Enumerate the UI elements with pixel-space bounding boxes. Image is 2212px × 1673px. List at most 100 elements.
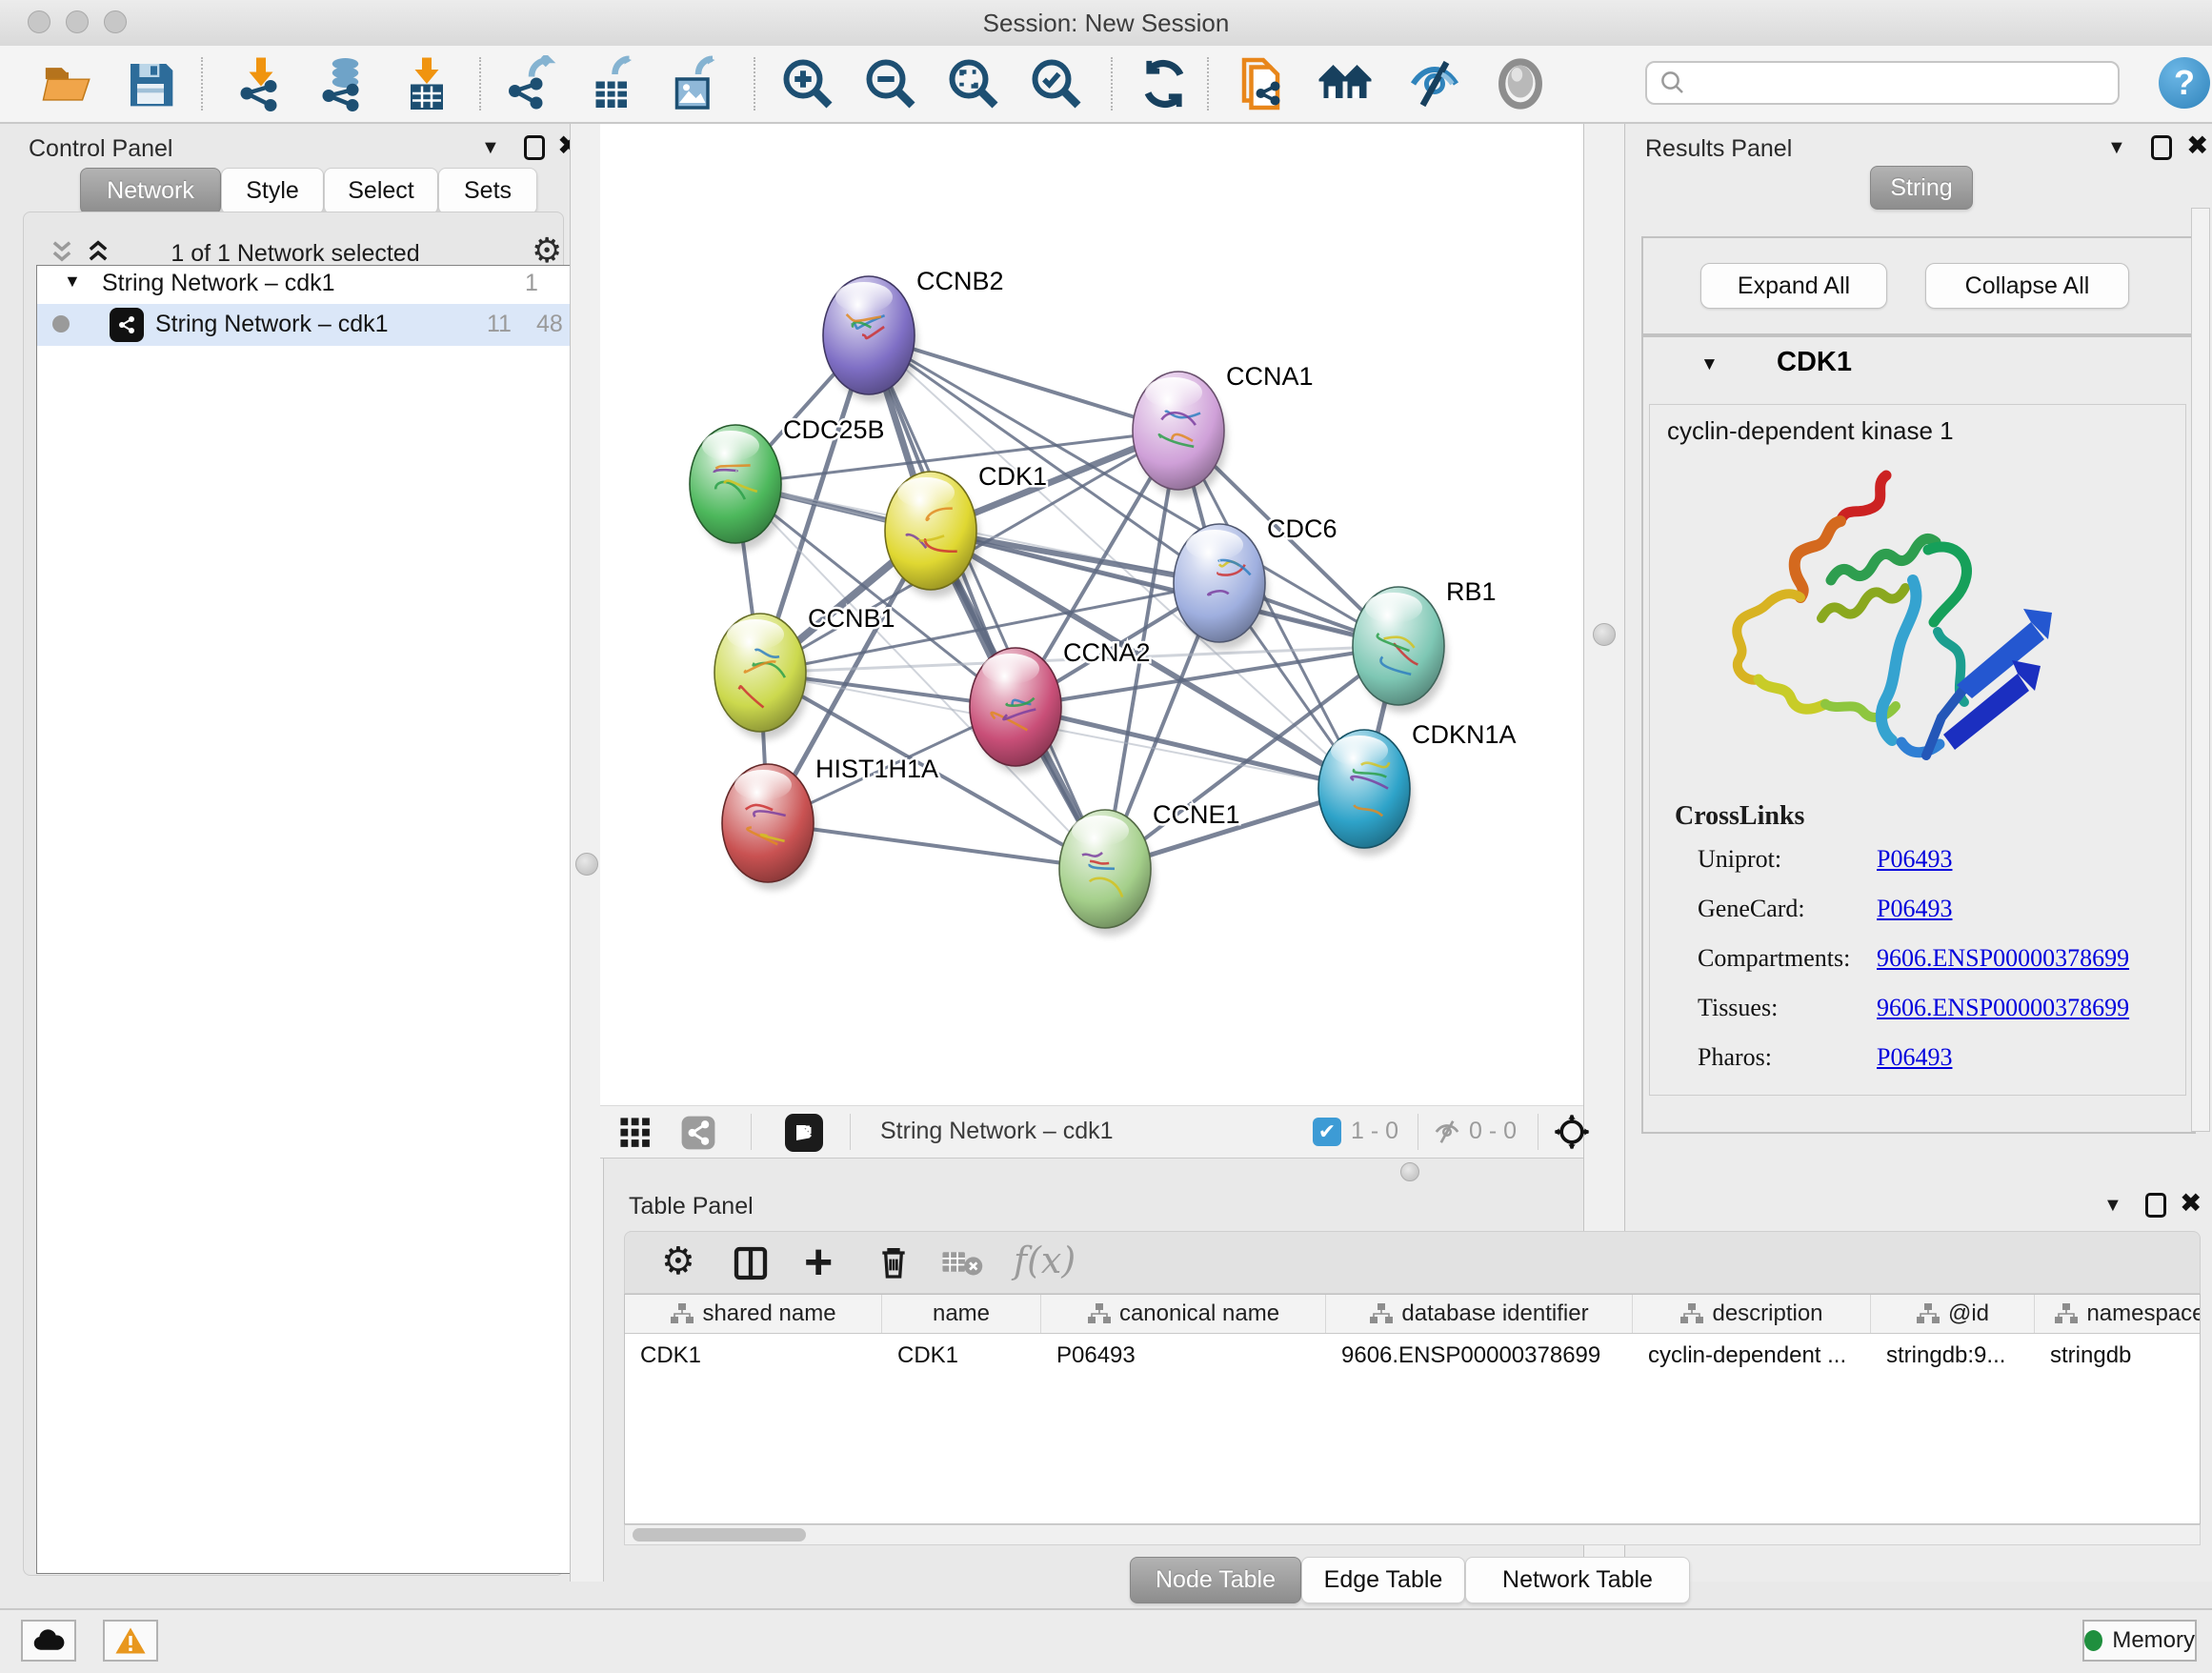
results-panel-menu-caret-icon[interactable]: ▼	[2107, 137, 2126, 159]
tab-select[interactable]: Select	[324, 168, 438, 214]
import-network-database-icon[interactable]	[314, 55, 372, 112]
open-session-icon[interactable]	[40, 55, 97, 112]
import-network-file-icon[interactable]	[232, 55, 290, 112]
node-CCNE1[interactable]: CCNE1	[1059, 800, 1240, 936]
sphere-icon[interactable]	[1492, 55, 1549, 112]
export-network-icon[interactable]	[503, 55, 560, 112]
refresh-icon[interactable]	[1136, 55, 1193, 112]
selected-checkbox-icon[interactable]: ✔	[1313, 1118, 1341, 1146]
node-table[interactable]: shared namenamecanonical namedatabase id…	[624, 1294, 2201, 1524]
column-header-@id[interactable]: @id	[1871, 1295, 2035, 1333]
crosslink-link[interactable]: P06493	[1877, 845, 1952, 874]
clear-table-icon[interactable]	[941, 1249, 983, 1278]
tab-sets[interactable]: Sets	[438, 168, 537, 214]
table-cell[interactable]: CDK1	[882, 1337, 1041, 1375]
crosslink-link[interactable]: 9606.ENSP00000378699	[1877, 944, 2129, 973]
edge-CCNB2-CCNE1[interactable]	[869, 335, 1105, 869]
crosslink-link[interactable]: P06493	[1877, 1043, 1952, 1072]
table-panel-menu-caret-icon[interactable]: ▼	[2103, 1195, 2122, 1217]
gene-section-caret-icon[interactable]: ▼	[1700, 354, 1719, 375]
collection-caret-icon[interactable]: ▼	[64, 272, 81, 292]
node-HIST1H1A[interactable]: HIST1H1A	[722, 755, 938, 890]
table-cell[interactable]: stringdb:9...	[1871, 1337, 2035, 1375]
collapse-all-button[interactable]: Collapse All	[1925, 263, 2129, 309]
save-session-icon[interactable]	[122, 55, 179, 112]
crosslink-link[interactable]: 9606.ENSP00000378699	[1877, 994, 2129, 1022]
table-horizontal-scrollbar[interactable]	[624, 1524, 2201, 1545]
export-table-icon[interactable]	[584, 55, 641, 112]
search-input[interactable]	[1645, 61, 2120, 105]
tab-string[interactable]: String	[1870, 166, 1973, 210]
function-builder-icon[interactable]: f(x)	[1014, 1240, 1076, 1281]
table-cell[interactable]: stringdb	[2035, 1337, 2201, 1375]
control-panel-menu-caret-icon[interactable]: ▼	[481, 137, 500, 159]
tab-network-table[interactable]: Network Table	[1465, 1557, 1690, 1603]
birds-eye-view-icon[interactable]	[785, 1114, 823, 1152]
results-panel-close-icon[interactable]: ✖	[2186, 133, 2208, 158]
expand-all-button[interactable]: Expand All	[1700, 263, 1887, 309]
zoom-fit-icon[interactable]	[945, 55, 1002, 112]
import-table-icon[interactable]	[398, 55, 455, 112]
network-view-type-icon[interactable]	[680, 1115, 716, 1151]
grid-view-icon[interactable]	[619, 1117, 652, 1149]
node-CCNA1[interactable]: CCNA1	[1133, 362, 1314, 497]
left-splitter-handle[interactable]	[575, 853, 598, 876]
node-CDC25B[interactable]: CDC25B	[690, 415, 885, 551]
column-header-description[interactable]: description	[1633, 1295, 1871, 1333]
tab-style[interactable]: Style	[221, 168, 324, 214]
edge-HIST1H1A-CCNE1[interactable]	[768, 823, 1105, 869]
column-header-database-identifier[interactable]: database identifier	[1326, 1295, 1633, 1333]
column-header-shared-name[interactable]: shared name	[625, 1295, 882, 1333]
warning-button[interactable]	[103, 1620, 158, 1662]
network-graph[interactable]: CCNB2CCNA1CDC25BCDK1CDC6RB1CCNB1CCNA2CDK…	[600, 124, 1583, 1105]
table-settings-icon[interactable]: ⚙	[661, 1240, 695, 1283]
delete-icon[interactable]	[875, 1243, 913, 1281]
zoom-selected-icon[interactable]	[1028, 55, 1085, 112]
houses-icon[interactable]	[1317, 55, 1374, 112]
split-columns-icon[interactable]	[732, 1244, 770, 1282]
table-cell[interactable]: cyclin-dependent ...	[1633, 1337, 1871, 1375]
eye-slash-icon[interactable]	[1406, 55, 1463, 112]
network-collection-row[interactable]: ▼ String Network – cdk1 1	[37, 266, 571, 302]
network-view[interactable]: CCNB2CCNA1CDC25BCDK1CDC6RB1CCNB1CCNA2CDK…	[600, 124, 1583, 1105]
results-panel-float-icon[interactable]	[2151, 135, 2172, 160]
bottom-splitter-handle[interactable]	[1400, 1162, 1419, 1181]
edge-CDK1-RB1[interactable]	[931, 531, 1398, 646]
node-RB1[interactable]: RB1	[1353, 577, 1497, 713]
zoom-in-icon[interactable]	[779, 55, 836, 112]
table-panel-close-icon[interactable]: ✖	[2180, 1191, 2202, 1216]
node-CDK1[interactable]: CDK1	[885, 462, 1047, 597]
string-document-icon[interactable]	[1235, 55, 1292, 112]
left-splitter[interactable]	[570, 124, 604, 1582]
memory-button[interactable]: Memory	[2082, 1620, 2197, 1662]
cloud-button[interactable]	[21, 1620, 76, 1662]
tab-network[interactable]: Network	[80, 168, 221, 214]
add-column-icon[interactable]: +	[804, 1234, 833, 1291]
table-panel-float-icon[interactable]	[2145, 1193, 2166, 1218]
table-cell[interactable]: CDK1	[625, 1337, 882, 1375]
node-CDC6[interactable]: CDC6	[1174, 514, 1337, 650]
network-row-selected[interactable]: String Network – cdk1 11 48	[37, 304, 571, 346]
expand-all-networks-icon[interactable]	[84, 238, 112, 265]
node-CCNB2[interactable]: CCNB2	[823, 267, 1004, 402]
node-CCNB1[interactable]: CCNB1	[714, 604, 895, 739]
hidden-eye-icon[interactable]	[1431, 1118, 1463, 1146]
column-header-name[interactable]: name	[882, 1295, 1041, 1333]
column-header-canonical-name[interactable]: canonical name	[1041, 1295, 1326, 1333]
column-header-namespace[interactable]: namespace	[2035, 1295, 2201, 1333]
export-image-icon[interactable]	[665, 55, 722, 112]
tab-node-table[interactable]: Node Table	[1130, 1557, 1301, 1603]
node-CDKN1A[interactable]: CDKN1A	[1318, 720, 1517, 856]
results-scrollbar[interactable]	[2191, 208, 2210, 1132]
table-cell[interactable]: P06493	[1041, 1337, 1326, 1375]
fit-selected-crosshair-icon[interactable]	[1553, 1113, 1591, 1151]
zoom-out-icon[interactable]	[862, 55, 919, 112]
control-panel-float-icon[interactable]	[524, 135, 545, 160]
right-splitter-handle[interactable]	[1593, 623, 1616, 646]
collapse-all-networks-icon[interactable]	[48, 238, 76, 265]
tab-edge-table[interactable]: Edge Table	[1301, 1557, 1465, 1603]
table-scrollbar-thumb[interactable]	[633, 1528, 806, 1542]
table-cell[interactable]: 9606.ENSP00000378699	[1326, 1337, 1633, 1375]
help-icon[interactable]: ?	[2159, 57, 2210, 109]
crosslink-link[interactable]: P06493	[1877, 895, 1952, 923]
